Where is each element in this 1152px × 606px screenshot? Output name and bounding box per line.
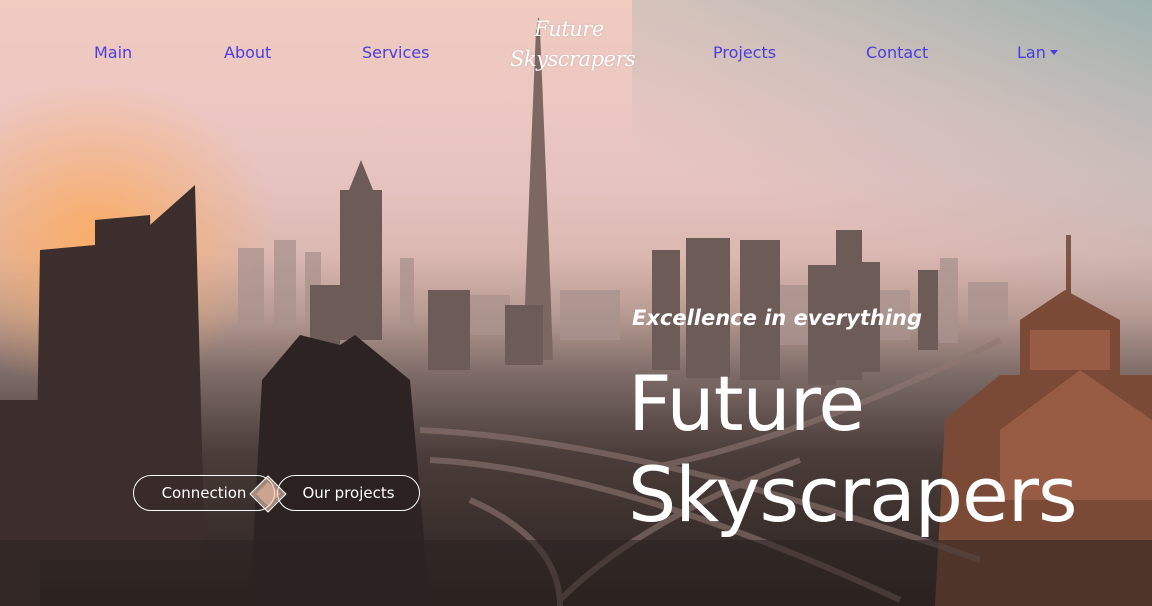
- logo-line-2: Skyscrapers: [510, 47, 636, 71]
- language-dropdown-label: Lan: [1017, 43, 1046, 62]
- site-logo[interactable]: Future Skyscrapers: [510, 14, 636, 74]
- hero-headline-line-1: Future: [628, 359, 865, 448]
- hero-headline-line-2: Skyscrapers: [628, 450, 1078, 539]
- logo-line-1: Future: [534, 17, 604, 41]
- nav-link-about[interactable]: About: [224, 43, 271, 62]
- caret-down-icon: [1049, 50, 1058, 55]
- our-projects-button[interactable]: Our projects: [277, 475, 420, 511]
- nav-link-main[interactable]: Main: [94, 43, 132, 62]
- nav-link-services[interactable]: Services: [362, 43, 429, 62]
- main-navigation: Main About Services Future Skyscrapers P…: [0, 0, 1152, 100]
- hero-headline: Future Skyscrapers: [628, 358, 1078, 540]
- nav-link-projects[interactable]: Projects: [713, 43, 776, 62]
- nav-link-contact[interactable]: Contact: [866, 43, 928, 62]
- diamond-icon: [249, 475, 287, 513]
- language-dropdown[interactable]: Lan: [1017, 43, 1058, 62]
- hero-tagline: Excellence in everything: [632, 306, 923, 330]
